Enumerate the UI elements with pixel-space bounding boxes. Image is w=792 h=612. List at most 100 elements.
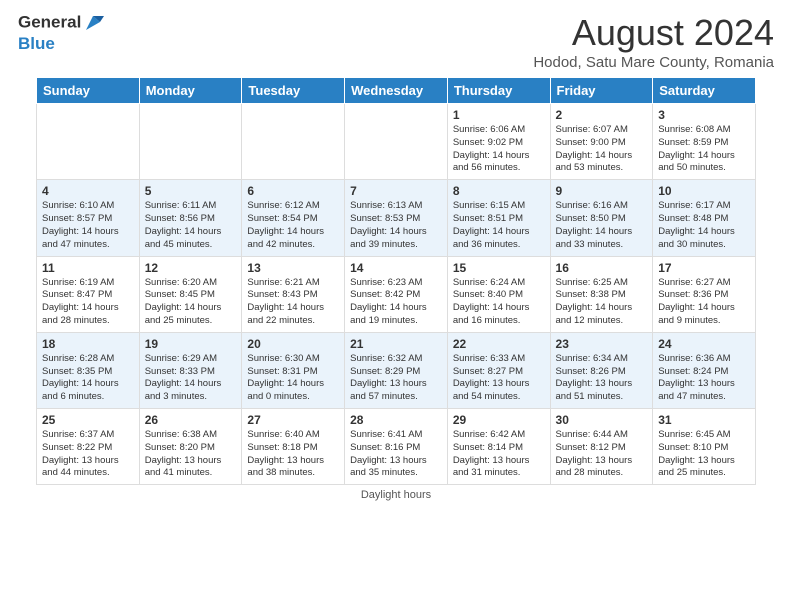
- calendar-cell: 9 Sunrise: 6:16 AMSunset: 8:50 PMDaylight…: [550, 180, 653, 256]
- calendar-cell: 12Sunrise: 6:20 AMSunset: 8:45 PMDayligh…: [139, 256, 242, 332]
- day-info: Sunrise: 6:44 AMSunset: 8:12 PMDaylight:…: [556, 429, 648, 480]
- day-number: 20: [247, 337, 339, 351]
- day-number: 2: [556, 108, 648, 122]
- day-info: Sunrise: 6:27 AMSunset: 8:36 PMDaylight:…: [658, 277, 750, 328]
- day-info: Sunrise: 6:40 AMSunset: 8:18 PMDaylight:…: [247, 429, 339, 480]
- day-info: Sunrise: 6:38 AMSunset: 8:20 PMDaylight:…: [145, 429, 237, 480]
- day-number: 5: [145, 184, 237, 198]
- calendar-week-row: 18 Sunrise: 6:28 AMSunset: 8:35 PMDayligh…: [37, 332, 756, 408]
- day-info: Sunrise: 6:41 AMSunset: 8:16 PMDaylight:…: [350, 429, 442, 480]
- calendar-wrapper: SundayMondayTuesdayWednesdayThursdayFrid…: [0, 77, 792, 485]
- day-number: 15: [453, 261, 545, 275]
- calendar-cell: 16Sunrise: 6:25 AMSunset: 8:38 PMDayligh…: [550, 256, 653, 332]
- day-header-sunday: Sunday: [37, 78, 140, 104]
- day-info: Sunrise: 6:32 AMSunset: 8:29 PMDaylight:…: [350, 353, 442, 404]
- day-header-wednesday: Wednesday: [345, 78, 448, 104]
- day-header-friday: Friday: [550, 78, 653, 104]
- calendar-cell: [37, 104, 140, 180]
- day-info: Sunrise: 6:28 AMSunset: 8:35 PMDaylight:…: [42, 353, 134, 404]
- calendar-cell: 1 Sunrise: 6:06 AMSunset: 9:02 PMDaylight…: [447, 104, 550, 180]
- day-info: Sunrise: 6:17 AMSunset: 8:48 PMDaylight:…: [658, 200, 750, 251]
- calendar-cell: 10Sunrise: 6:17 AMSunset: 8:48 PMDayligh…: [653, 180, 756, 256]
- day-info: Sunrise: 6:13 AMSunset: 8:53 PMDaylight:…: [350, 200, 442, 251]
- day-number: 22: [453, 337, 545, 351]
- day-number: 23: [556, 337, 648, 351]
- day-number: 13: [247, 261, 339, 275]
- day-header-tuesday: Tuesday: [242, 78, 345, 104]
- calendar-cell: 22 Sunrise: 6:33 AMSunset: 8:27 PMDayligh…: [447, 332, 550, 408]
- day-header-thursday: Thursday: [447, 78, 550, 104]
- calendar-cell: [242, 104, 345, 180]
- calendar-cell: 2 Sunrise: 6:07 AMSunset: 9:00 PMDaylight…: [550, 104, 653, 180]
- calendar-cell: 17Sunrise: 6:27 AMSunset: 8:36 PMDayligh…: [653, 256, 756, 332]
- day-info: Sunrise: 6:37 AMSunset: 8:22 PMDaylight:…: [42, 429, 134, 480]
- logo-blue: Blue: [18, 34, 104, 54]
- day-header-monday: Monday: [139, 78, 242, 104]
- title-area: August 2024 Hodod, Satu Mare County, Rom…: [533, 12, 774, 71]
- day-info: Sunrise: 6:45 AMSunset: 8:10 PMDaylight:…: [658, 429, 750, 480]
- logo-text: General: [18, 12, 104, 34]
- sub-title: Hodod, Satu Mare County, Romania: [533, 54, 774, 71]
- logo-icon: [82, 12, 104, 34]
- day-number: 12: [145, 261, 237, 275]
- calendar-cell: 31 Sunrise: 6:45 AMSunset: 8:10 PMDayligh…: [653, 409, 756, 485]
- calendar-week-row: 25 Sunrise: 6:37 AMSunset: 8:22 PMDayligh…: [37, 409, 756, 485]
- day-header-saturday: Saturday: [653, 78, 756, 104]
- calendar-cell: 7 Sunrise: 6:13 AMSunset: 8:53 PMDaylight…: [345, 180, 448, 256]
- calendar-week-row: 4Sunrise: 6:10 AMSunset: 8:57 PMDaylight…: [37, 180, 756, 256]
- day-info: Sunrise: 6:15 AMSunset: 8:51 PMDaylight:…: [453, 200, 545, 251]
- day-number: 26: [145, 413, 237, 427]
- calendar-cell: 30Sunrise: 6:44 AMSunset: 8:12 PMDayligh…: [550, 409, 653, 485]
- calendar-table: SundayMondayTuesdayWednesdayThursdayFrid…: [36, 77, 756, 485]
- calendar-header-row: SundayMondayTuesdayWednesdayThursdayFrid…: [37, 78, 756, 104]
- calendar-cell: 14 Sunrise: 6:23 AMSunset: 8:42 PMDayligh…: [345, 256, 448, 332]
- day-info: Sunrise: 6:19 AMSunset: 8:47 PMDaylight:…: [42, 277, 134, 328]
- day-info: Sunrise: 6:36 AMSunset: 8:24 PMDaylight:…: [658, 353, 750, 404]
- logo: General Blue: [18, 12, 104, 54]
- day-number: 9: [556, 184, 648, 198]
- day-info: Sunrise: 6:11 AMSunset: 8:56 PMDaylight:…: [145, 200, 237, 251]
- calendar-cell: [139, 104, 242, 180]
- calendar-week-row: 11 Sunrise: 6:19 AMSunset: 8:47 PMDayligh…: [37, 256, 756, 332]
- day-number: 14: [350, 261, 442, 275]
- day-info: Sunrise: 6:06 AMSunset: 9:02 PMDaylight:…: [453, 124, 545, 175]
- day-number: 16: [556, 261, 648, 275]
- calendar-cell: 3Sunrise: 6:08 AMSunset: 8:59 PMDaylight…: [653, 104, 756, 180]
- day-info: Sunrise: 6:07 AMSunset: 9:00 PMDaylight:…: [556, 124, 648, 175]
- day-number: 8: [453, 184, 545, 198]
- calendar-cell: 8 Sunrise: 6:15 AMSunset: 8:51 PMDaylight…: [447, 180, 550, 256]
- day-number: 18: [42, 337, 134, 351]
- calendar-cell: 24Sunrise: 6:36 AMSunset: 8:24 PMDayligh…: [653, 332, 756, 408]
- calendar-cell: 18 Sunrise: 6:28 AMSunset: 8:35 PMDayligh…: [37, 332, 140, 408]
- day-number: 7: [350, 184, 442, 198]
- day-info: Sunrise: 6:24 AMSunset: 8:40 PMDaylight:…: [453, 277, 545, 328]
- calendar-cell: 27 Sunrise: 6:40 AMSunset: 8:18 PMDayligh…: [242, 409, 345, 485]
- day-number: 11: [42, 261, 134, 275]
- day-info: Sunrise: 6:12 AMSunset: 8:54 PMDaylight:…: [247, 200, 339, 251]
- day-number: 31: [658, 413, 750, 427]
- calendar-cell: 25 Sunrise: 6:37 AMSunset: 8:22 PMDayligh…: [37, 409, 140, 485]
- day-number: 6: [247, 184, 339, 198]
- day-number: 21: [350, 337, 442, 351]
- calendar-cell: 11 Sunrise: 6:19 AMSunset: 8:47 PMDayligh…: [37, 256, 140, 332]
- day-info: Sunrise: 6:30 AMSunset: 8:31 PMDaylight:…: [247, 353, 339, 404]
- header: General Blue August 2024 Hodod, Satu Mar…: [0, 0, 792, 77]
- day-info: Sunrise: 6:29 AMSunset: 8:33 PMDaylight:…: [145, 353, 237, 404]
- day-number: 27: [247, 413, 339, 427]
- calendar-cell: 21 Sunrise: 6:32 AMSunset: 8:29 PMDayligh…: [345, 332, 448, 408]
- day-info: Sunrise: 6:16 AMSunset: 8:50 PMDaylight:…: [556, 200, 648, 251]
- calendar-cell: 23Sunrise: 6:34 AMSunset: 8:26 PMDayligh…: [550, 332, 653, 408]
- calendar-cell: 5 Sunrise: 6:11 AMSunset: 8:56 PMDaylight…: [139, 180, 242, 256]
- day-info: Sunrise: 6:10 AMSunset: 8:57 PMDaylight:…: [42, 200, 134, 251]
- day-info: Sunrise: 6:23 AMSunset: 8:42 PMDaylight:…: [350, 277, 442, 328]
- calendar-cell: 4Sunrise: 6:10 AMSunset: 8:57 PMDaylight…: [37, 180, 140, 256]
- day-info: Sunrise: 6:33 AMSunset: 8:27 PMDaylight:…: [453, 353, 545, 404]
- calendar-cell: 13 Sunrise: 6:21 AMSunset: 8:43 PMDayligh…: [242, 256, 345, 332]
- day-info: Sunrise: 6:21 AMSunset: 8:43 PMDaylight:…: [247, 277, 339, 328]
- calendar-cell: 6 Sunrise: 6:12 AMSunset: 8:54 PMDaylight…: [242, 180, 345, 256]
- day-number: 25: [42, 413, 134, 427]
- day-number: 19: [145, 337, 237, 351]
- calendar-cell: 15 Sunrise: 6:24 AMSunset: 8:40 PMDayligh…: [447, 256, 550, 332]
- calendar-week-row: 1 Sunrise: 6:06 AMSunset: 9:02 PMDaylight…: [37, 104, 756, 180]
- day-number: 1: [453, 108, 545, 122]
